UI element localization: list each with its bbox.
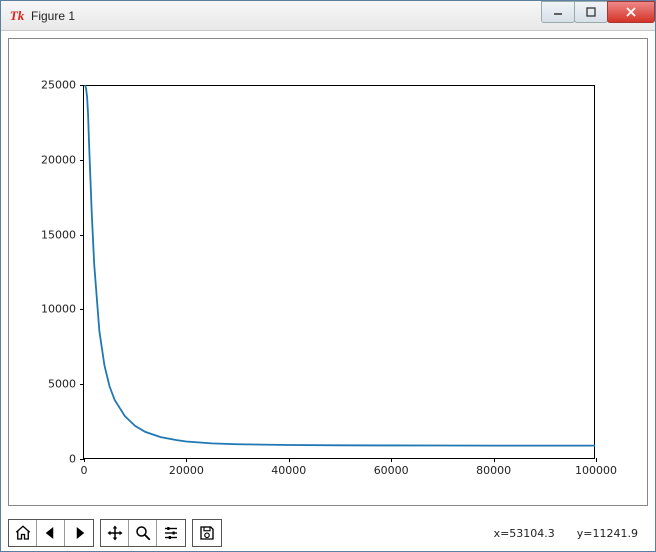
minimize-button[interactable] — [541, 1, 575, 23]
save-button[interactable] — [193, 520, 221, 546]
xtick-label: 80000 — [476, 464, 511, 477]
configure-button[interactable] — [157, 520, 185, 546]
xtick-label: 40000 — [271, 464, 306, 477]
axes: 0500010000150002000025000020000400006000… — [83, 85, 595, 459]
home-button[interactable] — [9, 520, 37, 546]
xtick-label: 60000 — [374, 464, 409, 477]
xtick-label: 0 — [81, 464, 88, 477]
figure-canvas[interactable]: 0 5000 10000 15000 20000 25000 0 20000 40000 6000… — [8, 38, 648, 506]
line-series — [84, 85, 595, 458]
app-icon: Tk — [9, 8, 25, 24]
ytick-label: 0 — [69, 453, 76, 466]
maximize-button[interactable] — [574, 1, 608, 23]
ytick-label: 25000 — [41, 79, 76, 92]
back-button[interactable] — [37, 520, 65, 546]
window-controls — [542, 1, 655, 23]
zoom-button[interactable] — [129, 520, 157, 546]
content-area: 0 5000 10000 15000 20000 25000 0 20000 40000 6000… — [0, 30, 656, 552]
coord-y: y=11241.9 — [577, 527, 638, 540]
xtick-label: 100000 — [575, 464, 617, 477]
ytick-label: 10000 — [41, 303, 76, 316]
window-title: Figure 1 — [31, 9, 75, 23]
pan-button[interactable] — [101, 520, 129, 546]
coordinate-readout: x=53104.3 y=11241.9 — [494, 527, 648, 540]
forward-button[interactable] — [65, 520, 93, 546]
coord-x: x=53104.3 — [494, 527, 555, 540]
ytick-label: 5000 — [48, 378, 76, 391]
ytick-label: 20000 — [41, 153, 76, 166]
window-titlebar: Tk Figure 1 — [1, 1, 655, 31]
xtick-label: 20000 — [169, 464, 204, 477]
matplotlib-toolbar: x=53104.3 y=11241.9 — [8, 518, 648, 548]
close-button[interactable] — [607, 1, 655, 23]
ytick-label: 15000 — [41, 228, 76, 241]
